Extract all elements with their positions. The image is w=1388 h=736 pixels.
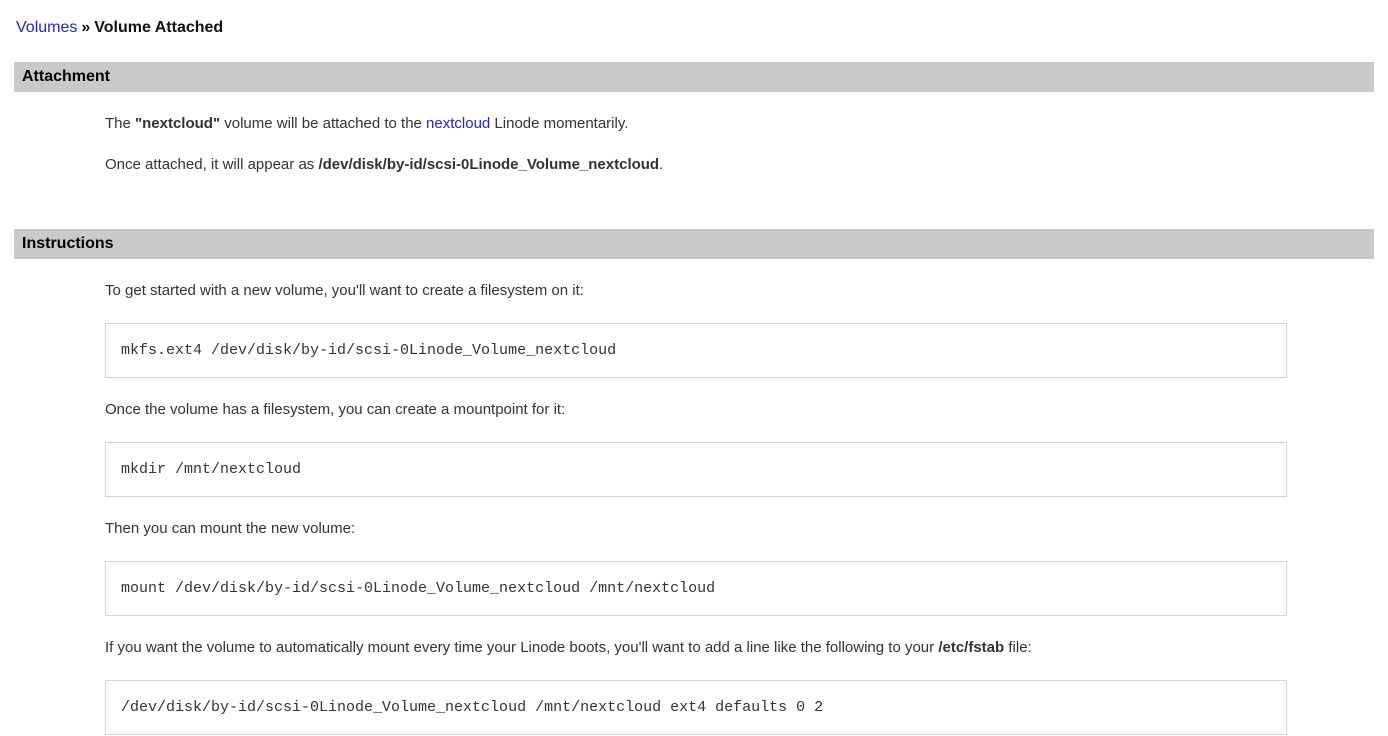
- breadcrumb-current-page: Volume Attached: [94, 19, 223, 36]
- instructions-content: To get started with a new volume, you'll…: [0, 282, 1388, 735]
- instruction-step-filesystem: To get started with a new volume, you'll…: [105, 282, 1374, 300]
- section-header-instructions: Instructions: [14, 229, 1374, 259]
- device-path: /dev/disk/by-id/scsi-0Linode_Volume_next…: [318, 156, 659, 173]
- code-block-mkfs: mkfs.ext4 /dev/disk/by-id/scsi-0Linode_V…: [105, 323, 1287, 378]
- breadcrumb-link-volumes[interactable]: Volumes: [16, 19, 77, 36]
- fstab-path: /etc/fstab: [938, 639, 1004, 656]
- volume-name: "nextcloud": [135, 115, 220, 132]
- attachment-message-post: Linode momentarily.: [490, 115, 628, 132]
- attachment-message-pre: The: [105, 115, 135, 132]
- attachment-message-mid: volume will be attached to the: [220, 115, 426, 132]
- device-path-message: Once attached, it will appear as /dev/di…: [105, 156, 1374, 174]
- code-block-mount: mount /dev/disk/by-id/scsi-0Linode_Volum…: [105, 561, 1287, 616]
- breadcrumb: Volumes»Volume Attached: [0, 0, 1388, 38]
- section-attachment: Attachment The "nextcloud" volume will b…: [0, 62, 1388, 174]
- attachment-message: The "nextcloud" volume will be attached …: [105, 115, 1374, 133]
- linode-link-nextcloud[interactable]: nextcloud: [426, 115, 490, 132]
- code-block-mkdir: mkdir /mnt/nextcloud: [105, 442, 1287, 497]
- breadcrumb-separator: »: [81, 19, 90, 36]
- device-path-message-post: .: [659, 156, 663, 173]
- attachment-content: The "nextcloud" volume will be attached …: [0, 115, 1388, 174]
- section-header-attachment: Attachment: [14, 62, 1374, 92]
- instruction-step-mountpoint: Once the volume has a filesystem, you ca…: [105, 401, 1374, 419]
- code-block-fstab-line: /dev/disk/by-id/scsi-0Linode_Volume_next…: [105, 680, 1287, 735]
- instruction-step-mount: Then you can mount the new volume:: [105, 520, 1374, 538]
- section-instructions: Instructions To get started with a new v…: [0, 229, 1388, 735]
- fstab-message-pre: If you want the volume to automatically …: [105, 639, 938, 656]
- instruction-step-fstab: If you want the volume to automatically …: [105, 639, 1374, 657]
- device-path-message-pre: Once attached, it will appear as: [105, 156, 318, 173]
- fstab-message-post: file:: [1004, 639, 1032, 656]
